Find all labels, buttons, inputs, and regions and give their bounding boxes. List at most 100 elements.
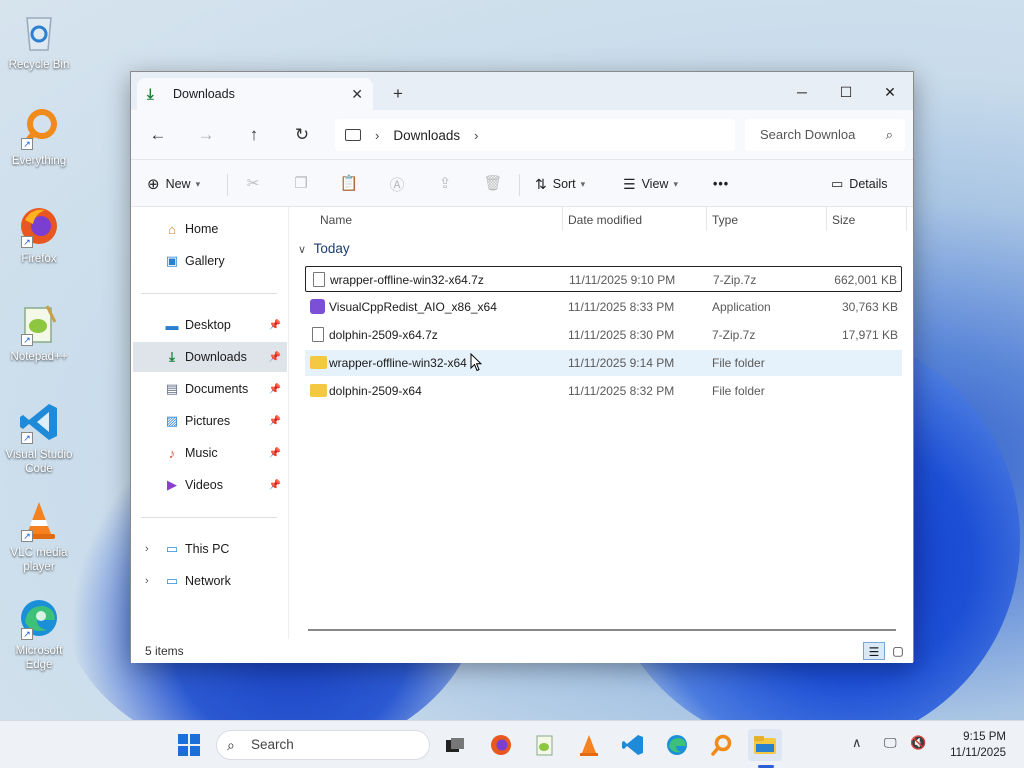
details-view-icon[interactable]: ☰ <box>863 642 885 660</box>
column-divider[interactable] <box>826 207 827 231</box>
desktop-icon-vlc[interactable]: ↗ VLC media player <box>4 498 74 574</box>
tiles-view-icon[interactable]: ▢ <box>887 642 909 660</box>
sort-button[interactable]: ⇅ Sort ▾ <box>535 172 585 196</box>
new-tab-button[interactable]: + <box>393 84 403 104</box>
navigation-bar: ← → ↑ ↻ › Downloads › Search Downloa ⌕ <box>131 110 913 160</box>
chevron-down-icon: ▾ <box>673 178 678 189</box>
forward-button[interactable]: → <box>191 122 221 148</box>
column-header-type[interactable]: Type <box>712 213 738 227</box>
task-view-button[interactable] <box>438 729 472 761</box>
vscode-icon <box>622 735 643 755</box>
pin-icon[interactable]: 📌 <box>269 416 281 427</box>
sidebar-item-downloads[interactable]: ⤓ Downloads 📌 <box>133 342 287 372</box>
new-button[interactable]: ⊕ New ▾ <box>147 172 200 196</box>
chevron-right-icon[interactable]: › <box>145 543 149 555</box>
start-button[interactable] <box>172 729 206 761</box>
file-row[interactable]: dolphin-2509-x64.7z 11/11/2025 8:30 PM 7… <box>305 322 902 348</box>
taskbar-search[interactable]: ⌕ Search <box>216 730 430 760</box>
vlc-icon <box>580 735 598 756</box>
view-button[interactable]: ☰ View ▾ <box>623 172 678 196</box>
shortcut-arrow-icon: ↗ <box>21 530 33 542</box>
pin-icon[interactable]: 📌 <box>269 384 281 395</box>
taskbar-vlc[interactable] <box>572 729 606 761</box>
sidebar-item-network[interactable]: › ▭ Network <box>133 566 287 596</box>
taskbar-file-explorer[interactable] <box>748 729 782 761</box>
sidebar-item-gallery[interactable]: ▣ Gallery <box>133 246 287 276</box>
taskbar-everything[interactable] <box>704 729 738 761</box>
pin-icon[interactable]: 📌 <box>269 320 281 331</box>
taskbar-edge[interactable] <box>660 729 694 761</box>
minimize-button[interactable]: ─ <box>779 78 825 106</box>
desktop-icon-firefox[interactable]: ↗ Firefox <box>4 204 74 266</box>
chevron-down-icon: ▾ <box>195 178 201 189</box>
sidebar-item-label: This PC <box>185 542 230 556</box>
up-button[interactable]: ↑ <box>239 122 269 148</box>
file-name: dolphin-2509-x64 <box>329 384 422 398</box>
column-header-name[interactable]: Name <box>320 213 352 227</box>
folder-row[interactable]: wrapper-offline-win32-x64 11/11/2025 9:1… <box>305 350 902 376</box>
videos-icon: ▶ <box>167 477 177 492</box>
desktop-icon-edge[interactable]: ↗ Microsoft Edge <box>4 596 74 672</box>
windows-logo-icon <box>178 734 200 756</box>
paste-icon[interactable]: 📋 <box>339 174 359 194</box>
file-row[interactable]: VisualCppRedist_AIO_x86_x64 11/11/2025 8… <box>305 294 902 320</box>
sidebar-item-pictures[interactable]: ▨ Pictures 📌 <box>133 406 287 436</box>
cut-icon[interactable]: ✂ <box>243 174 263 194</box>
column-divider[interactable] <box>906 207 907 231</box>
rename-icon[interactable]: Ⓐ <box>387 174 407 194</box>
breadcrumb-downloads[interactable]: Downloads <box>393 128 460 143</box>
maximize-button[interactable]: ☐ <box>823 78 869 106</box>
sidebar-item-this-pc[interactable]: › ▭ This PC <box>133 534 287 564</box>
details-pane-button[interactable]: ▭ Details <box>831 172 888 196</box>
horizontal-scrollbar[interactable] <box>308 629 896 631</box>
chevron-right-icon[interactable]: › <box>145 575 149 587</box>
file-explorer-icon <box>754 736 776 754</box>
clock[interactable]: 9:15 PM 11/11/2025 <box>950 729 1006 761</box>
group-header-today[interactable]: ∨ Today <box>298 241 350 256</box>
file-row[interactable]: wrapper-offline-win32-x64.7z 11/11/2025 … <box>305 266 902 292</box>
volume-icon[interactable]: 🔇 <box>910 735 926 751</box>
close-tab-icon[interactable]: ✕ <box>351 86 363 103</box>
network-icon[interactable]: 🖵 <box>884 735 897 751</box>
copy-icon[interactable]: ❐ <box>291 174 311 194</box>
more-options-button[interactable]: ••• <box>713 172 729 196</box>
taskbar-vscode[interactable] <box>616 729 650 761</box>
pin-icon[interactable]: 📌 <box>269 448 281 459</box>
close-window-button[interactable]: ✕ <box>867 78 913 106</box>
refresh-button[interactable]: ↻ <box>287 122 317 148</box>
notepad-plus-plus-icon <box>536 735 553 756</box>
chevron-right-icon[interactable]: › <box>474 128 478 143</box>
sidebar-item-home[interactable]: ⌂ Home <box>133 214 287 244</box>
desktop-icon-notepadpp[interactable]: ↗ Notepad++ <box>4 302 74 364</box>
show-hidden-icons-button[interactable]: ∧ <box>852 735 862 751</box>
folder-row[interactable]: dolphin-2509-x64 11/11/2025 8:32 PM File… <box>305 378 902 404</box>
taskbar-firefox[interactable] <box>484 729 518 761</box>
taskbar-notepadpp[interactable] <box>528 729 562 761</box>
details-label: Details <box>849 177 888 191</box>
column-divider[interactable] <box>706 207 707 231</box>
column-divider[interactable] <box>562 207 563 231</box>
address-bar[interactable]: › Downloads › <box>335 119 735 151</box>
tab-downloads[interactable]: ⤓ Downloads ✕ <box>137 78 373 110</box>
sort-icon: ⇅ <box>535 175 547 192</box>
search-input[interactable]: Search Downloa ⌕ <box>745 119 905 151</box>
recycle-bin-icon <box>17 10 61 54</box>
desktop-icon-everything[interactable]: ↗ Everything <box>4 106 74 168</box>
sidebar-item-videos[interactable]: ▶ Videos 📌 <box>133 470 287 500</box>
file-size: 17,971 KB <box>841 328 898 342</box>
back-button[interactable]: ← <box>143 122 173 148</box>
navigation-pane: ⌂ Home ▣ Gallery ▬ Desktop 📌 ⤓ Downloads… <box>131 207 289 639</box>
pin-icon[interactable]: 📌 <box>269 480 281 491</box>
search-placeholder: Search Downloa <box>760 127 856 142</box>
pin-icon[interactable]: 📌 <box>269 352 281 363</box>
sidebar-item-music[interactable]: ♪ Music 📌 <box>133 438 287 468</box>
sidebar-item-label: Gallery <box>185 254 225 268</box>
delete-icon[interactable]: 🗑 <box>483 174 503 194</box>
column-header-size[interactable]: Size <box>832 213 855 227</box>
share-icon[interactable]: ⇪ <box>435 174 455 194</box>
desktop-icon-vscode[interactable]: ↗ Visual Studio Code <box>4 400 74 476</box>
sidebar-item-desktop[interactable]: ▬ Desktop 📌 <box>133 310 287 340</box>
sidebar-item-documents[interactable]: ▤ Documents 📌 <box>133 374 287 404</box>
column-header-date[interactable]: Date modified <box>568 213 642 227</box>
desktop-icon-recycle-bin[interactable]: Recycle Bin <box>4 10 74 72</box>
